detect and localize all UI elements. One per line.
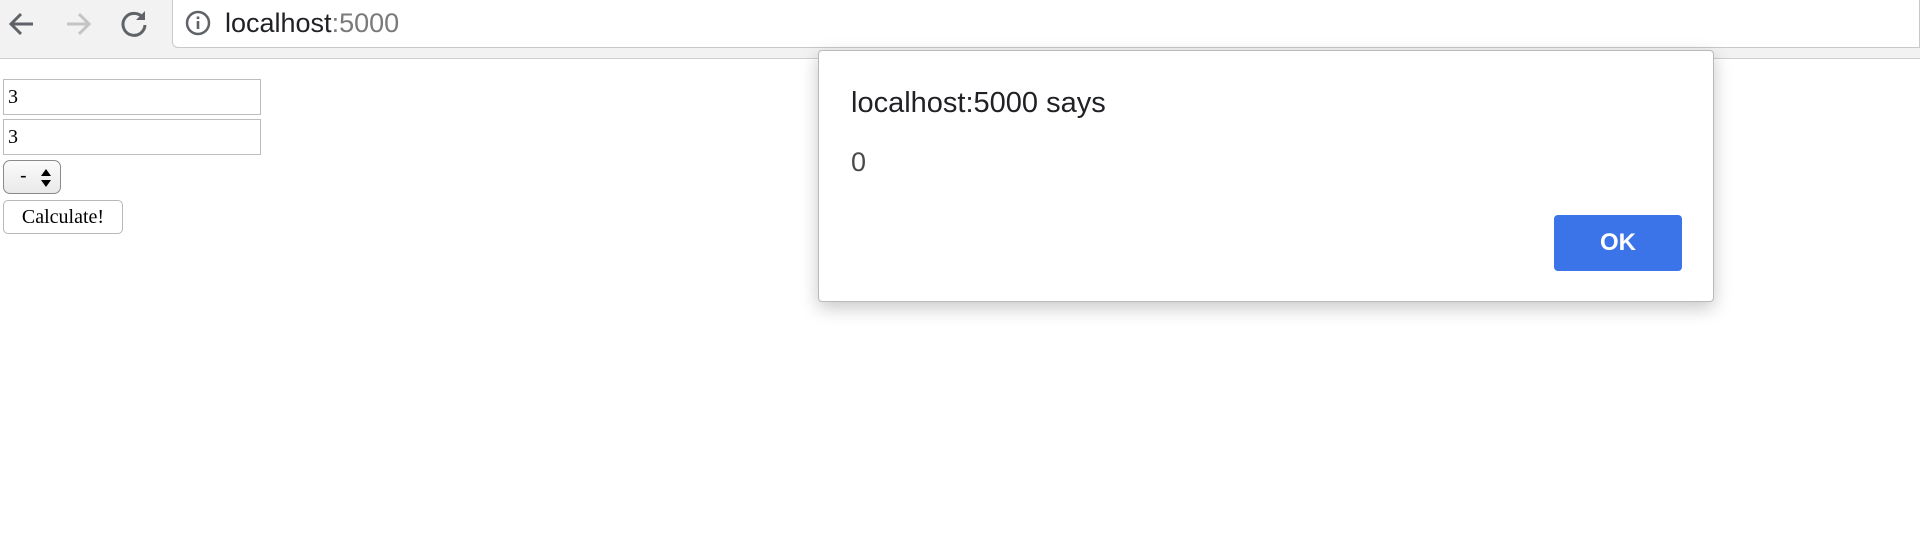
calculate-button[interactable]: Calculate! xyxy=(3,200,123,234)
operator-value: - xyxy=(20,165,27,187)
reload-button[interactable] xyxy=(114,4,154,44)
alert-title: localhost:5000 says xyxy=(851,87,1106,119)
url-port: :5000 xyxy=(331,8,400,38)
select-arrows-icon xyxy=(41,169,51,187)
address-bar[interactable]: localhost:5000 xyxy=(172,0,1920,48)
forward-button[interactable] xyxy=(58,4,98,44)
first-number-input[interactable] xyxy=(3,79,261,115)
reload-icon xyxy=(121,11,147,37)
url-text: localhost:5000 xyxy=(225,7,399,39)
forward-arrow-icon xyxy=(67,12,92,36)
url-host: localhost xyxy=(225,8,332,38)
alert-message: 0 xyxy=(851,147,867,177)
ok-button[interactable]: OK xyxy=(1554,215,1682,271)
info-icon[interactable] xyxy=(185,10,211,36)
second-number-input[interactable] xyxy=(3,119,261,155)
back-arrow-icon xyxy=(8,12,33,36)
alert-dialog: localhost:5000 says 0 OK xyxy=(818,50,1714,302)
back-button[interactable] xyxy=(2,4,42,44)
operator-select[interactable]: - xyxy=(3,160,61,194)
